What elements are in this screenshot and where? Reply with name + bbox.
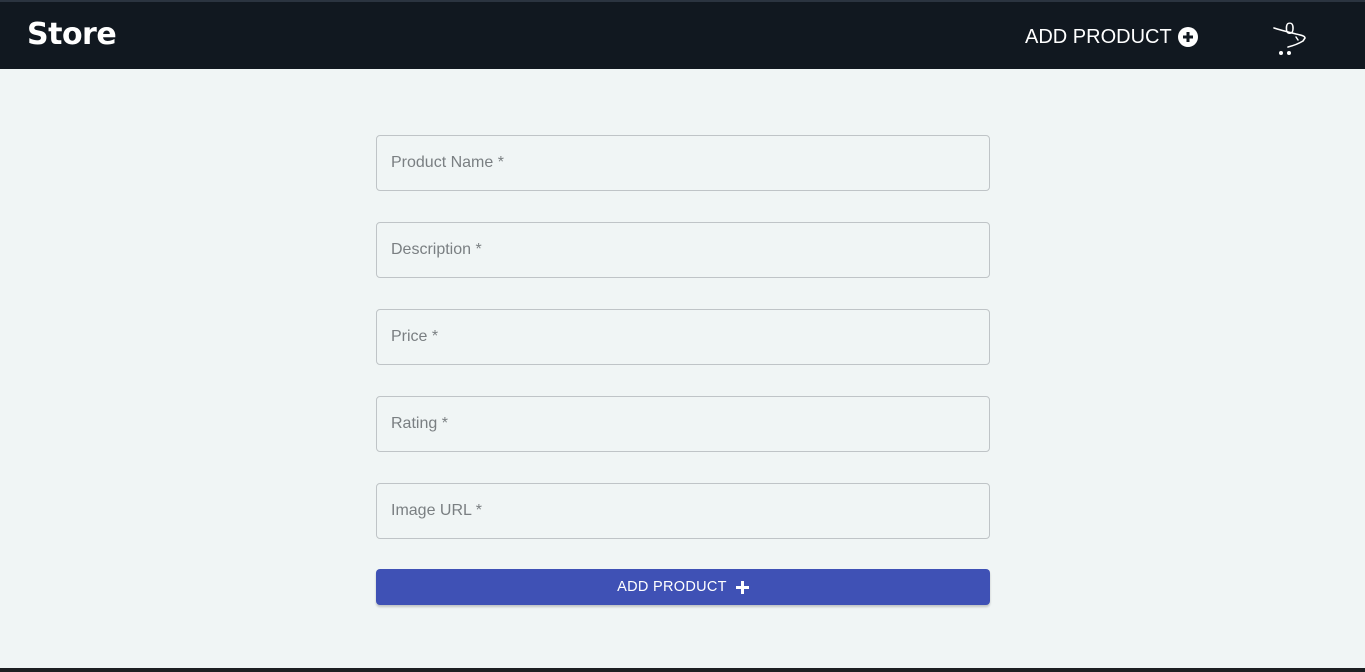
description-label: Description * bbox=[391, 241, 482, 258]
rating-field[interactable]: Rating * bbox=[376, 396, 990, 452]
nav-add-product-label: ADD PRODUCT bbox=[1025, 25, 1172, 48]
navbar: Store ADD PRODUCT 0 bbox=[0, 0, 1365, 69]
cart-icon bbox=[1273, 27, 1306, 55]
add-product-form: Product Name * Description * Price * Rat… bbox=[376, 135, 990, 605]
price-label: Price * bbox=[391, 328, 439, 345]
image-url-field[interactable]: Image URL * bbox=[376, 483, 990, 539]
product-name-field[interactable]: Product Name * bbox=[376, 135, 990, 191]
price-field[interactable]: Price * bbox=[376, 309, 990, 365]
image-url-label: Image URL * bbox=[391, 502, 482, 519]
window-bottom-edge bbox=[0, 668, 1365, 672]
brand-logo[interactable]: Store bbox=[27, 17, 117, 52]
rating-label: Rating * bbox=[391, 415, 448, 432]
product-name-label: Product Name * bbox=[391, 154, 504, 171]
cart-button[interactable]: 0 bbox=[1270, 20, 1310, 60]
submit-label: ADD PRODUCT bbox=[617, 579, 727, 595]
nav-add-product-button[interactable]: ADD PRODUCT bbox=[1025, 22, 1198, 52]
plus-circle-icon bbox=[1177, 27, 1198, 47]
add-product-submit-button[interactable]: ADD PRODUCT bbox=[376, 569, 990, 605]
plus-icon bbox=[735, 580, 749, 594]
description-field[interactable]: Description * bbox=[376, 222, 990, 278]
